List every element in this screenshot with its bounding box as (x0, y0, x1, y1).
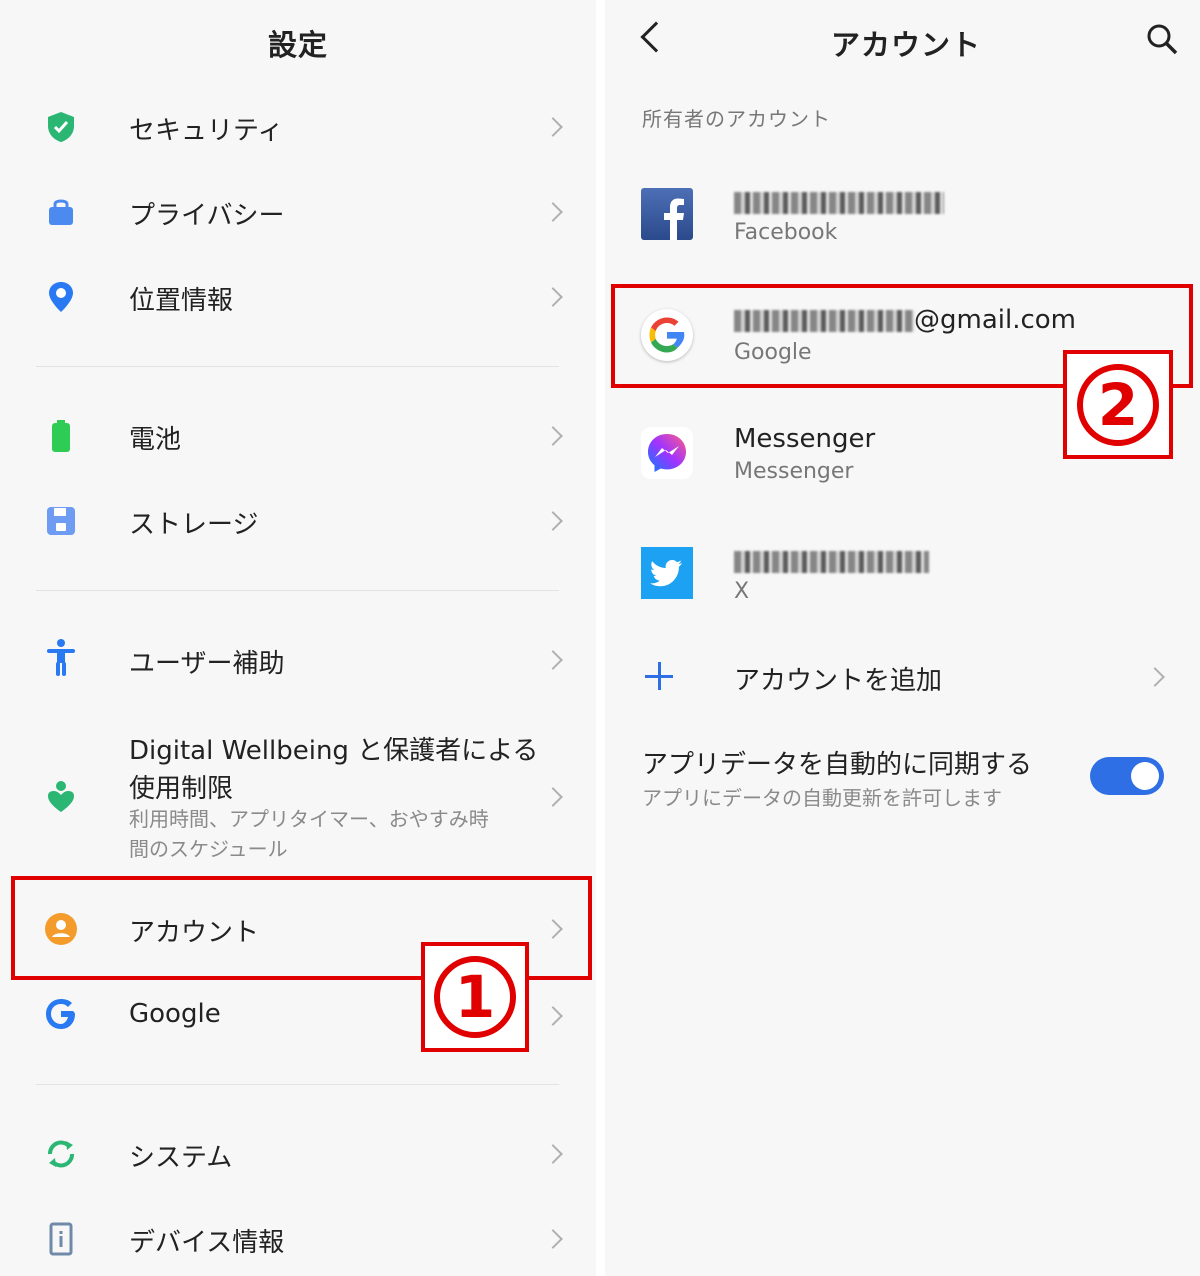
settings-screen: 設定 セキュリティ プライバシー 位置情報 電池 ストレージ ユーザー補助 Di… (0, 0, 596, 1276)
chevron-right-icon (1145, 667, 1165, 687)
chevron-right-icon (543, 117, 563, 137)
settings-item-subtitle: 利用時間、アプリタイマー、おやすみ時 (129, 807, 489, 831)
section-label: 所有者のアカウント (642, 107, 831, 131)
twitter-bird-icon (641, 547, 693, 599)
settings-item-label: セキュリティ (129, 116, 284, 146)
settings-item-subtitle: 間のスケジュール (129, 837, 288, 861)
location-pin-icon (49, 282, 73, 312)
add-account-button[interactable]: アカウントを追加 (605, 652, 1200, 702)
account-x[interactable]: X (605, 534, 1200, 614)
settings-item-label: 使用制限 (129, 774, 234, 804)
settings-item-security[interactable]: セキュリティ (0, 104, 596, 150)
chevron-right-icon (543, 1144, 563, 1164)
wellbeing-heart-icon (48, 781, 74, 812)
account-facebook[interactable]: Facebook (605, 175, 1200, 255)
add-account-label: アカウントを追加 (734, 666, 943, 696)
accessibility-icon (47, 639, 75, 676)
auto-sync-title: アプリデータを自動的に同期する (642, 750, 1033, 780)
settings-item-battery[interactable]: 電池 (0, 413, 596, 459)
settings-item-system[interactable]: システム (0, 1131, 596, 1177)
save-disk-icon (47, 507, 75, 535)
chevron-right-icon (543, 202, 563, 222)
chevron-right-icon (543, 426, 563, 446)
google-g-icon (46, 999, 75, 1029)
system-sync-icon (48, 1140, 74, 1168)
settings-item-device-info[interactable]: デバイス情報 (0, 1216, 596, 1262)
settings-item-label: 電池 (129, 425, 182, 455)
accounts-screen: アカウント 所有者のアカウント Facebook @gmail.com Goog… (605, 0, 1200, 1276)
settings-item-digital-wellbeing[interactable]: Digital Wellbeing と保護者による 使用制限 利用時間、アプリタ… (0, 724, 596, 866)
divider (36, 1084, 559, 1085)
account-service: X (734, 579, 750, 604)
divider (36, 366, 559, 367)
chevron-right-icon (543, 650, 563, 670)
shield-icon (48, 112, 74, 142)
settings-item-label: デバイス情報 (129, 1228, 285, 1258)
chevron-right-icon (543, 511, 563, 531)
settings-item-label: プライバシー (129, 201, 285, 231)
account-name-redacted (734, 546, 929, 576)
search-icon[interactable] (1145, 22, 1179, 56)
settings-item-label: ストレージ (129, 510, 259, 540)
back-button[interactable] (640, 21, 672, 53)
account-service: Messenger (734, 459, 854, 484)
chevron-right-icon (543, 1006, 563, 1026)
divider (36, 590, 559, 591)
settings-item-label: システム (129, 1143, 233, 1173)
settings-item-storage[interactable]: ストレージ (0, 498, 596, 544)
settings-item-location[interactable]: 位置情報 (0, 274, 596, 320)
battery-icon (52, 420, 70, 452)
auto-sync-toggle[interactable] (1090, 757, 1164, 795)
settings-item-label: Google (129, 999, 221, 1029)
plus-icon (645, 662, 673, 690)
auto-sync-setting[interactable]: アプリデータを自動的に同期する アプリにデータの自動更新を許可します (605, 740, 1200, 820)
page-title: 設定 (268, 28, 329, 62)
messenger-icon (641, 427, 693, 479)
settings-item-label: 位置情報 (129, 286, 234, 316)
facebook-icon (641, 188, 693, 240)
account-name: Messenger (734, 424, 876, 454)
toggle-knob (1131, 762, 1159, 790)
settings-item-label: Digital Wellbeing と保護者による (129, 736, 539, 766)
account-name-redacted (734, 187, 944, 217)
settings-item-accessibility[interactable]: ユーザー補助 (0, 637, 596, 683)
settings-item-label: ユーザー補助 (129, 649, 285, 679)
step-1-badge: 1 (421, 942, 529, 1052)
device-info-icon (49, 1222, 73, 1256)
chevron-right-icon (543, 1229, 563, 1249)
auto-sync-subtitle: アプリにデータの自動更新を許可します (642, 786, 1002, 810)
account-service: Facebook (734, 220, 838, 245)
chevron-right-icon (543, 787, 563, 807)
chevron-right-icon (543, 287, 563, 307)
lock-bag-icon (49, 199, 73, 225)
step-2-number: 2 (1077, 363, 1159, 446)
settings-item-privacy[interactable]: プライバシー (0, 189, 596, 235)
page-title: アカウント (831, 28, 982, 62)
step-1-number: 1 (434, 956, 516, 1038)
step-2-badge: 2 (1063, 350, 1173, 459)
